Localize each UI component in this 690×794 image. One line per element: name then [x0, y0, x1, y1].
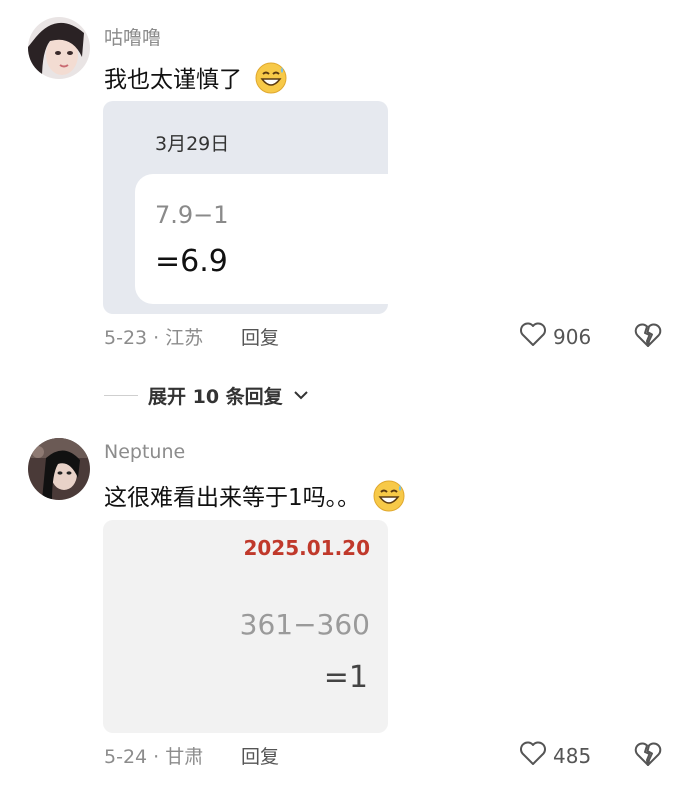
expand-replies-button[interactable]: 展开 10 条回复: [104, 382, 309, 409]
comment-meta: 5-24 · 甘肃: [104, 746, 204, 768]
like-button[interactable]: 906: [519, 321, 591, 352]
reply-button[interactable]: 回复: [241, 323, 279, 350]
broken-heart-icon[interactable]: [634, 322, 662, 352]
comment-text: 这很难看出来等于1吗。。: [104, 478, 405, 518]
expand-replies-label: 展开 10 条回复: [148, 386, 283, 408]
image-expression: 7.9−1: [155, 201, 229, 229]
username[interactable]: Neptune: [104, 441, 185, 463]
heart-icon: [519, 321, 547, 352]
comment-meta: 5-23 · 江苏: [104, 327, 204, 349]
grin-sweat-icon: [255, 62, 287, 100]
reply-button[interactable]: 回复: [241, 742, 279, 769]
heart-icon: [519, 740, 547, 771]
image-date: 3月29日: [155, 133, 230, 155]
grin-sweat-icon: [373, 480, 405, 518]
broken-heart-icon[interactable]: [634, 741, 662, 771]
comment-image[interactable]: 2025.01.20 361−360 =1: [103, 520, 388, 733]
comment-image[interactable]: 3月29日 7.9−1 =6.9: [103, 101, 388, 314]
image-date: 2025.01.20: [243, 536, 370, 560]
avatar[interactable]: [28, 17, 90, 79]
comment-text: 我也太谨慎了: [104, 60, 287, 100]
chevron-down-icon: [293, 386, 309, 405]
like-count: 906: [553, 324, 592, 349]
avatar[interactable]: [28, 438, 90, 500]
image-result: =6.9: [155, 244, 228, 279]
divider-line: [104, 395, 138, 396]
image-expression: 361−360: [239, 608, 370, 641]
like-button[interactable]: 485: [519, 740, 591, 771]
like-count: 485: [553, 743, 592, 768]
image-result: =1: [323, 660, 368, 695]
username[interactable]: 咕噜噜: [104, 23, 161, 50]
note-card: [135, 174, 388, 304]
